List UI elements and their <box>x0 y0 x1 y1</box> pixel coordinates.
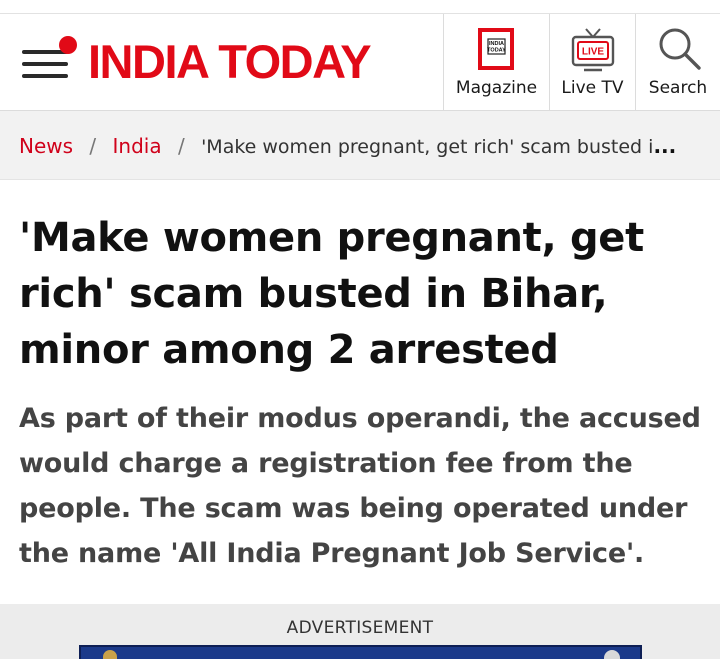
advertisement-area: ADVERTISEMENT <box>0 604 720 659</box>
breadcrumb-row: News / India / 'Make women pregnant, get… <box>19 133 699 160</box>
breadcrumb-ellipsis: ... <box>653 134 677 158</box>
advertisement-banner[interactable] <box>79 645 642 659</box>
site-logo[interactable]: INDIA TODAY <box>88 34 372 90</box>
nav-magazine-label: Magazine <box>455 78 538 98</box>
live-tv-icon: LIVE <box>571 28 615 72</box>
nav-live-tv-label: Live TV <box>561 78 624 98</box>
breadcrumb-link-india[interactable]: India <box>113 134 162 158</box>
svg-text:TODAY: TODAY <box>487 48 506 54</box>
breadcrumb-separator: / <box>177 134 185 158</box>
ad-emblem-left <box>103 650 117 659</box>
svg-text:INDIA: INDIA <box>489 41 504 47</box>
article-headline: 'Make women pregnant, get rich' scam bus… <box>19 215 644 373</box>
breadcrumb-link-news[interactable]: News <box>19 134 73 158</box>
menu-bar <box>22 62 68 66</box>
site-header: INDIA TODAY INDIA TODAY Magazine LIVE Li… <box>0 14 720 111</box>
search-icon <box>659 28 701 70</box>
magazine-icon: INDIA TODAY <box>478 28 514 70</box>
svg-text:LIVE: LIVE <box>582 47 605 58</box>
nav-magazine[interactable]: INDIA TODAY Magazine <box>443 14 549 110</box>
nav-search[interactable]: Search <box>635 14 720 110</box>
hamburger-menu-button[interactable] <box>20 36 78 86</box>
breadcrumb: News / India / 'Make women pregnant, get… <box>0 111 720 180</box>
nav-live-tv[interactable]: LIVE Live TV <box>549 14 635 110</box>
ad-emblem-right <box>604 650 620 659</box>
advertisement-label: ADVERTISEMENT <box>286 618 434 638</box>
top-strip <box>0 0 720 14</box>
breadcrumb-separator: / <box>89 134 97 158</box>
notification-dot <box>59 36 77 54</box>
article-summary: As part of their modus operandi, the acc… <box>19 403 701 569</box>
breadcrumb-current: 'Make women pregnant, get rich' scam bus… <box>201 136 654 158</box>
menu-bar <box>22 74 68 78</box>
nav-search-label: Search <box>648 78 708 98</box>
